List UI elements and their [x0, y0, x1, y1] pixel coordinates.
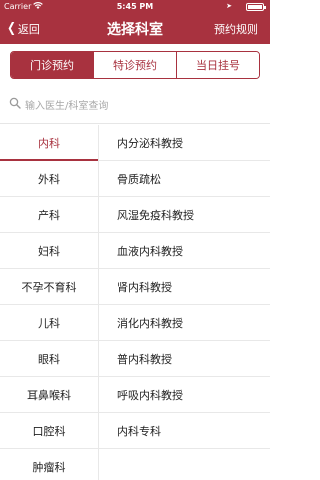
department-item[interactable]: 肿瘤科 — [0, 449, 98, 480]
subdepartment-item[interactable]: 内分泌科教授 — [99, 125, 270, 161]
subdepartment-item[interactable]: 风湿免疫科教授 — [99, 197, 270, 233]
department-item[interactable]: 内科 — [0, 125, 98, 161]
search-icon — [9, 97, 21, 109]
subdepartment-item[interactable]: 血液内科教授 — [99, 233, 270, 269]
subdepartment-list: 内分泌科教授 骨质疏松 风湿免疫科教授 血液内科教授 肾内科教授 消化内科教授 … — [98, 125, 270, 480]
booking-rules-button[interactable]: 预约规则 — [214, 21, 258, 37]
search-bar[interactable]: 输入医生/科室查询 — [0, 84, 270, 124]
department-item[interactable]: 产科 — [0, 197, 98, 233]
subdepartment-item[interactable]: 呼吸内科教授 — [99, 377, 270, 413]
battery-icon — [246, 3, 266, 11]
department-item[interactable]: 耳鼻喉科 — [0, 377, 98, 413]
subdepartment-item[interactable]: 消化内科教授 — [99, 305, 270, 341]
tab-special-clinic[interactable]: 特诊预约 — [93, 52, 176, 78]
subdepartment-item[interactable]: 普内科教授 — [99, 341, 270, 377]
booking-type-tabs: 门诊预约 特诊预约 当日挂号 — [10, 51, 260, 79]
department-item[interactable]: 儿科 — [0, 305, 98, 341]
tab-same-day[interactable]: 当日挂号 — [176, 52, 259, 78]
location-arrow-icon: ➤ — [226, 2, 232, 10]
subdepartment-item[interactable]: 骨质疏松 — [99, 161, 270, 197]
tab-outpatient[interactable]: 门诊预约 — [11, 52, 93, 78]
search-input[interactable]: 输入医生/科室查询 — [25, 97, 108, 112]
department-item[interactable]: 不孕不育科 — [0, 269, 98, 305]
department-item[interactable]: 口腔科 — [0, 413, 98, 449]
department-panels: 内科 外科 产科 妇科 不孕不育科 儿科 眼科 耳鼻喉科 口腔科 肿瘤科 内分泌… — [0, 125, 270, 480]
subdepartment-item[interactable]: 内科专科 — [99, 413, 270, 449]
department-item[interactable]: 外科 — [0, 161, 98, 197]
department-item[interactable]: 妇科 — [0, 233, 98, 269]
subdepartment-item[interactable]: 肾内科教授 — [99, 269, 270, 305]
department-item[interactable]: 眼科 — [0, 341, 98, 377]
status-bar: Carrier 5:45 PM ➤ — [0, 0, 270, 14]
navigation-bar: ❮ 返回 选择科室 预约规则 — [0, 14, 270, 44]
department-list: 内科 外科 产科 妇科 不孕不育科 儿科 眼科 耳鼻喉科 口腔科 肿瘤科 — [0, 125, 98, 480]
